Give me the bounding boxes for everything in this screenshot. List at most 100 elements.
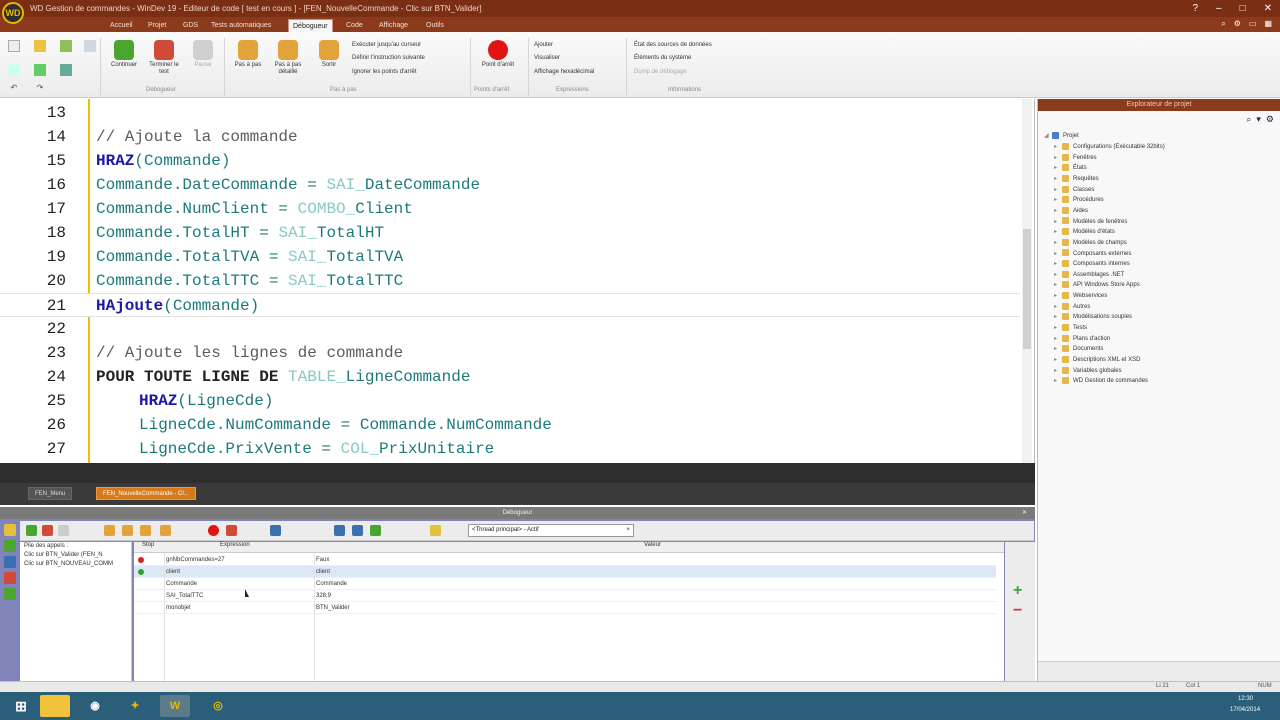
step-detail-icon[interactable] — [122, 525, 133, 536]
code-line[interactable]: 26 LigneCde.NumCommande = Commande.NumCom… — [0, 413, 1020, 437]
tree-item[interactable]: ▸ Modèles de fenêtres — [1054, 217, 1127, 227]
redo-icon[interactable]: ↷ — [34, 84, 46, 92]
step-out-button[interactable]: Sortir — [312, 40, 346, 69]
app-icon[interactable]: ✦ — [120, 695, 150, 717]
options-icon[interactable]: ⚙ — [1266, 114, 1274, 124]
tab-code[interactable]: Code — [342, 19, 367, 32]
tab-gds[interactable]: GDS — [179, 19, 202, 32]
expression-row[interactable]: gnNbCommandes=27 Faux — [134, 554, 996, 566]
expand-icon[interactable]: ▸ — [1054, 302, 1062, 312]
expand-icon[interactable]: ▸ — [1054, 227, 1062, 237]
down-icon[interactable] — [4, 588, 16, 600]
breakpoint-icon[interactable] — [208, 525, 219, 536]
expand-icon[interactable]: ▸ — [1054, 238, 1062, 248]
expand-icon[interactable]: ▸ — [1054, 376, 1062, 386]
tree-item[interactable]: ▸ Webservices — [1054, 291, 1107, 301]
add-expression-icon[interactable] — [370, 525, 381, 536]
stop-green-icon[interactable] — [138, 569, 144, 575]
remove-icon[interactable]: − — [1013, 602, 1022, 620]
code-line[interactable]: 22 — [0, 317, 1020, 341]
tree-item[interactable]: ▸ Assemblages .NET — [1054, 270, 1124, 280]
stop-red-icon[interactable] — [138, 557, 144, 563]
add-expression-button[interactable]: Ajouter — [534, 42, 553, 48]
tree-item[interactable]: ▸ Variables globales — [1054, 366, 1122, 376]
ignore-breakpoints-button[interactable]: Ignorer les points d'arrêt — [352, 69, 417, 75]
save-icon[interactable] — [60, 40, 72, 52]
step-out-icon[interactable] — [140, 525, 151, 536]
tree-item[interactable]: ▸ Plans d'action — [1054, 334, 1110, 344]
new-icon[interactable] — [8, 40, 20, 52]
expand-icon[interactable]: ▸ — [1054, 142, 1062, 152]
tree-item[interactable]: ▸ Classes — [1054, 185, 1094, 195]
maximize-button[interactable]: □ — [1240, 0, 1246, 17]
tree-item[interactable]: ▸ Configurations (Exécutable 32bits) — [1054, 142, 1165, 152]
editor-scrollbar[interactable] — [1022, 99, 1032, 463]
search-icon[interactable]: ⌕ — [1246, 114, 1251, 124]
expression-row[interactable]: monobjet BTN_Valider — [134, 602, 996, 614]
system-elements-button[interactable]: Éléments du système — [634, 55, 691, 61]
expression-row[interactable]: client client — [134, 566, 996, 578]
code-line[interactable]: 20 Commande.TotalTTC = SAI_TotalTTC — [0, 269, 1020, 293]
expand-icon[interactable]: ▸ — [1054, 323, 1062, 333]
chrome-icon[interactable]: ◉ — [80, 695, 110, 717]
call-stack-item[interactable]: Clic sur BTN_Valider (FEN_N — [20, 551, 131, 560]
code-line[interactable]: 19 Commande.TotalTVA = SAI_TotalTVA — [0, 245, 1020, 269]
tab-tests[interactable]: Tests automatiques — [207, 19, 275, 32]
expand-icon[interactable]: ▸ — [1054, 153, 1062, 163]
expand-icon[interactable]: ▸ — [1054, 270, 1062, 280]
col-value[interactable]: Valeur — [644, 542, 661, 548]
pause-button[interactable]: Pause — [188, 40, 218, 69]
open-icon[interactable] — [34, 40, 46, 52]
expand-icon[interactable]: ▸ — [1054, 312, 1062, 322]
step-button[interactable]: Pas à pas — [230, 40, 266, 69]
tree-item[interactable]: ▸ WD Gestion de commandes — [1054, 376, 1148, 386]
undo-icon[interactable]: ↶ — [8, 84, 20, 92]
tile-icon[interactable]: ▦ — [1264, 19, 1272, 29]
code-editor[interactable]: 13 14// Ajoute la commande 15 HRAZ(Commande… — [0, 99, 1035, 463]
step-icon[interactable] — [104, 525, 115, 536]
stop-icon[interactable] — [4, 572, 16, 584]
expand-icon[interactable]: ▸ — [1054, 185, 1062, 195]
options-icon[interactable]: ⚙ — [1234, 19, 1241, 29]
minimize-button[interactable]: – — [1216, 0, 1222, 17]
hex-icon[interactable] — [430, 525, 441, 536]
code-line[interactable]: 17 Commande.NumClient = COMBO_Client — [0, 197, 1020, 221]
expression-icon[interactable] — [270, 525, 281, 536]
tree-item[interactable]: ▸ Modélisations souples — [1054, 312, 1132, 322]
add-icon[interactable]: + — [1013, 582, 1022, 600]
filter-icon[interactable]: ▾ — [1256, 114, 1261, 124]
tree-item[interactable]: ▸ API Windows Store Apps — [1054, 280, 1140, 290]
set-next-button[interactable]: Définir l'instruction suivante — [352, 55, 425, 61]
tree-item[interactable]: ▸ Procédures — [1054, 195, 1104, 205]
tree-item[interactable]: ▸ Modèles d'états — [1054, 227, 1115, 237]
hex-display-button[interactable]: Affichage hexadécimal — [534, 69, 594, 75]
run-to-cursor-icon[interactable] — [160, 525, 171, 536]
breakpoint-button[interactable]: Point d'arrêt — [474, 40, 522, 69]
code-line[interactable]: 16 Commande.DateCommande = SAI_DateComman… — [0, 173, 1020, 197]
code-line[interactable]: 25 HRAZ(LigneCde) — [0, 389, 1020, 413]
tree-item[interactable]: ▸ Fenêtres — [1054, 153, 1097, 163]
datasource-state-button[interactable]: État des sources de données — [634, 42, 712, 48]
code-line[interactable]: 13 — [0, 101, 1020, 125]
tree-item[interactable]: ▸ États — [1054, 163, 1087, 173]
expression-cell[interactable]: gnNbCommandes=27 — [166, 554, 225, 566]
debug-dump-button[interactable]: Dump de débogage — [634, 69, 687, 75]
tree-item[interactable]: ▸ Composants externes — [1054, 249, 1131, 259]
pause-icon[interactable] — [58, 525, 69, 536]
continue-icon[interactable] — [26, 525, 37, 536]
run-icon[interactable] — [60, 64, 72, 76]
expression-cell[interactable]: client — [166, 566, 180, 578]
view-expression-button[interactable]: Visualiser — [534, 55, 560, 61]
expand-icon[interactable]: ▸ — [1054, 259, 1062, 269]
code-line[interactable]: 18 Commande.TotalHT = SAI_TotalHT — [0, 221, 1020, 245]
code-line[interactable]: 27 LigneCde.PrixVente = COL_PrixUnitaire — [0, 437, 1020, 461]
expression-cell[interactable]: SAI_TotalTTC — [166, 590, 203, 602]
expand-icon[interactable]: ▸ — [1054, 291, 1062, 301]
code-line[interactable]: 14 // Ajoute la commande — [0, 125, 1020, 149]
search-icon[interactable]: ⌕ — [1221, 19, 1225, 29]
tree-item[interactable]: ▸ Composants internes — [1054, 259, 1130, 269]
tree-item[interactable]: ▸ Requêtes — [1054, 174, 1099, 184]
tab-debugger[interactable]: Débogueur — [288, 19, 333, 32]
tab-outils[interactable]: Outils — [422, 19, 448, 32]
expand-icon[interactable]: ▸ — [1054, 206, 1062, 216]
